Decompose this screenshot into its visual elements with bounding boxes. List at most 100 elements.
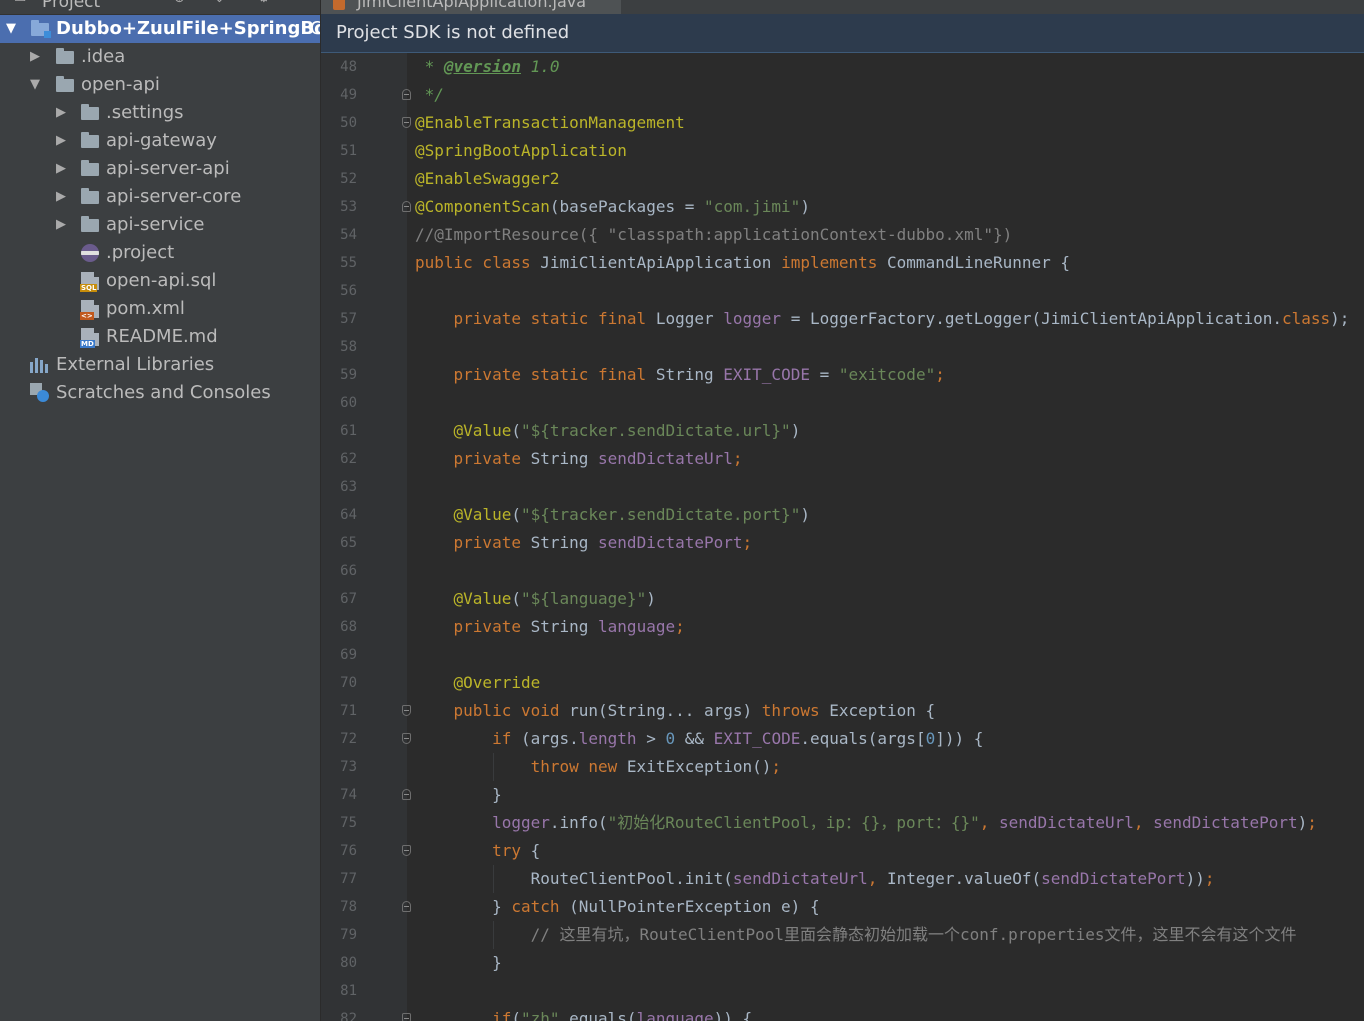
code-text[interactable]: throw new ExitException(); — [415, 753, 781, 781]
code-line[interactable]: 56 — [321, 277, 1364, 305]
line-number[interactable]: 72 — [321, 725, 357, 753]
code-line[interactable]: 81 — [321, 977, 1364, 1005]
code-line[interactable]: 76 try { — [321, 837, 1364, 865]
gear-icon[interactable]: ⚙ — [258, 0, 272, 6]
code-line[interactable]: 57 private static final Logger logger = … — [321, 305, 1364, 333]
line-number[interactable]: 66 — [321, 557, 357, 585]
line-number[interactable]: 78 — [321, 893, 357, 921]
line-number[interactable]: 68 — [321, 613, 357, 641]
tree-item-api-server-api[interactable]: ▶ api-server-api — [0, 155, 320, 183]
line-number[interactable]: 56 — [321, 277, 357, 305]
collapse-icon[interactable]: ⇕ — [214, 0, 228, 6]
line-number[interactable]: 48 — [321, 53, 357, 81]
code-text[interactable]: @ComponentScan(basePackages = "com.jimi"… — [415, 193, 810, 221]
line-number[interactable]: 52 — [321, 165, 357, 193]
code-line[interactable]: 75 logger.info("初始化RouteClientPool，ip：{}… — [321, 809, 1364, 837]
code-line[interactable]: 58 — [321, 333, 1364, 361]
fold-marker-icon[interactable] — [402, 705, 411, 716]
code-line[interactable]: 73 throw new ExitException(); — [321, 753, 1364, 781]
code-text[interactable]: * @version 1.0 — [415, 53, 560, 81]
code-text[interactable]: @Override — [415, 669, 541, 697]
code-line[interactable]: 61 @Value("${tracker.sendDictate.url}") — [321, 417, 1364, 445]
code-line[interactable]: 51 @SpringBootApplication — [321, 137, 1364, 165]
code-text[interactable]: public class JimiClientApiApplication im… — [415, 249, 1070, 277]
code-text[interactable]: //@ImportResource({ "classpath:applicati… — [415, 221, 1012, 249]
tree-item-readme[interactable]: MD README.md — [0, 323, 320, 351]
chevron-down-icon[interactable]: ▼ — [4, 15, 18, 43]
chevron-down-icon[interactable]: ▼ — [28, 71, 42, 99]
code-text[interactable]: @SpringBootApplication — [415, 137, 627, 165]
line-number[interactable]: 54 — [321, 221, 357, 249]
chevron-right-icon[interactable]: ▶ — [28, 43, 42, 71]
code-text[interactable]: @EnableTransactionManagement — [415, 109, 685, 137]
code-text[interactable]: // 这里有坑，RouteClientPool里面会静态初始加载一个conf.p… — [415, 921, 1297, 949]
code-line[interactable]: 64 @Value("${tracker.sendDictate.port}") — [321, 501, 1364, 529]
code-text[interactable]: logger.info("初始化RouteClientPool，ip：{}，po… — [415, 809, 1317, 837]
line-number[interactable]: 70 — [321, 669, 357, 697]
line-number[interactable]: 53 — [321, 193, 357, 221]
code-text[interactable]: } catch (NullPointerException e) { — [415, 893, 820, 921]
code-line[interactable]: 80 } — [321, 949, 1364, 977]
line-number[interactable]: 74 — [321, 781, 357, 809]
code-text[interactable]: private static final Logger logger = Log… — [415, 305, 1350, 333]
tree-item-scratches[interactable]: Scratches and Consoles — [0, 379, 320, 407]
tree-root[interactable]: ▼ Dubbo+ZuulFile+SpringBoot C — [0, 15, 320, 43]
code-text[interactable]: */ — [415, 81, 444, 109]
code-text[interactable]: if("zh".equals(language)) { — [415, 1005, 752, 1021]
chevron-right-icon[interactable]: ▶ — [54, 211, 68, 239]
line-number[interactable]: 62 — [321, 445, 357, 473]
chevron-right-icon[interactable]: ▶ — [54, 127, 68, 155]
tree-item-open-api[interactable]: ▼ open-api — [0, 71, 320, 99]
code-line[interactable]: 49 */ — [321, 81, 1364, 109]
code-line[interactable]: 82 if("zh".equals(language)) { — [321, 1005, 1364, 1021]
line-number[interactable]: 51 — [321, 137, 357, 165]
code-text[interactable]: @Value("${tracker.sendDictate.url}") — [415, 417, 801, 445]
line-number[interactable]: 76 — [321, 837, 357, 865]
code-line[interactable]: 52 @EnableSwagger2 — [321, 165, 1364, 193]
line-number[interactable]: 71 — [321, 697, 357, 725]
chevron-right-icon[interactable]: ▶ — [54, 183, 68, 211]
code-text[interactable]: RouteClientPool.init(sendDictateUrl, Int… — [415, 865, 1215, 893]
line-number[interactable]: 65 — [321, 529, 357, 557]
code-line[interactable]: 72 if (args.length > 0 && EXIT_CODE.equa… — [321, 725, 1364, 753]
chevron-right-icon[interactable]: ▶ — [54, 155, 68, 183]
line-number[interactable]: 69 — [321, 641, 357, 669]
tree-item-idea[interactable]: ▶ .idea — [0, 43, 320, 71]
fold-marker-icon[interactable] — [402, 1013, 411, 1021]
code-text[interactable]: } — [415, 949, 502, 977]
line-number[interactable]: 80 — [321, 949, 357, 977]
code-text[interactable]: if (args.length > 0 && EXIT_CODE.equals(… — [415, 725, 983, 753]
tree-item-open-api-sql[interactable]: SQL open-api.sql — [0, 267, 320, 295]
code-line[interactable]: 59 private static final String EXIT_CODE… — [321, 361, 1364, 389]
code-text[interactable]: } — [415, 781, 502, 809]
line-number[interactable]: 75 — [321, 809, 357, 837]
line-number[interactable]: 55 — [321, 249, 357, 277]
tree-item-project-file[interactable]: .project — [0, 239, 320, 267]
fold-marker-icon[interactable] — [402, 901, 411, 912]
tree-item-api-gateway[interactable]: ▶ api-gateway — [0, 127, 320, 155]
line-number[interactable]: 57 — [321, 305, 357, 333]
code-text[interactable]: @EnableSwagger2 — [415, 165, 560, 193]
fold-marker-icon[interactable] — [402, 789, 411, 800]
code-line[interactable]: 53 @ComponentScan(basePackages = "com.jim… — [321, 193, 1364, 221]
code-line[interactable]: 71 public void run(String... args) throw… — [321, 697, 1364, 725]
line-number[interactable]: 60 — [321, 389, 357, 417]
fold-marker-icon[interactable] — [402, 201, 411, 212]
fold-marker-icon[interactable] — [402, 89, 411, 100]
code-text[interactable]: @Value("${language}") — [415, 585, 656, 613]
code-line[interactable]: 69 — [321, 641, 1364, 669]
line-number[interactable]: 73 — [321, 753, 357, 781]
code-text[interactable]: try { — [415, 837, 540, 865]
code-text[interactable]: private static final String EXIT_CODE = … — [415, 361, 945, 389]
line-number[interactable]: 77 — [321, 865, 357, 893]
code-line[interactable]: 60 — [321, 389, 1364, 417]
line-number[interactable]: 67 — [321, 585, 357, 613]
line-number[interactable]: 50 — [321, 109, 357, 137]
line-number[interactable]: 79 — [321, 921, 357, 949]
line-number[interactable]: 63 — [321, 473, 357, 501]
line-number[interactable]: 61 — [321, 417, 357, 445]
code-text[interactable]: @Value("${tracker.sendDictate.port}") — [415, 501, 810, 529]
code-line[interactable]: 55 public class JimiClientApiApplication … — [321, 249, 1364, 277]
code-line[interactable]: 62 private String sendDictateUrl; — [321, 445, 1364, 473]
line-number[interactable]: 59 — [321, 361, 357, 389]
